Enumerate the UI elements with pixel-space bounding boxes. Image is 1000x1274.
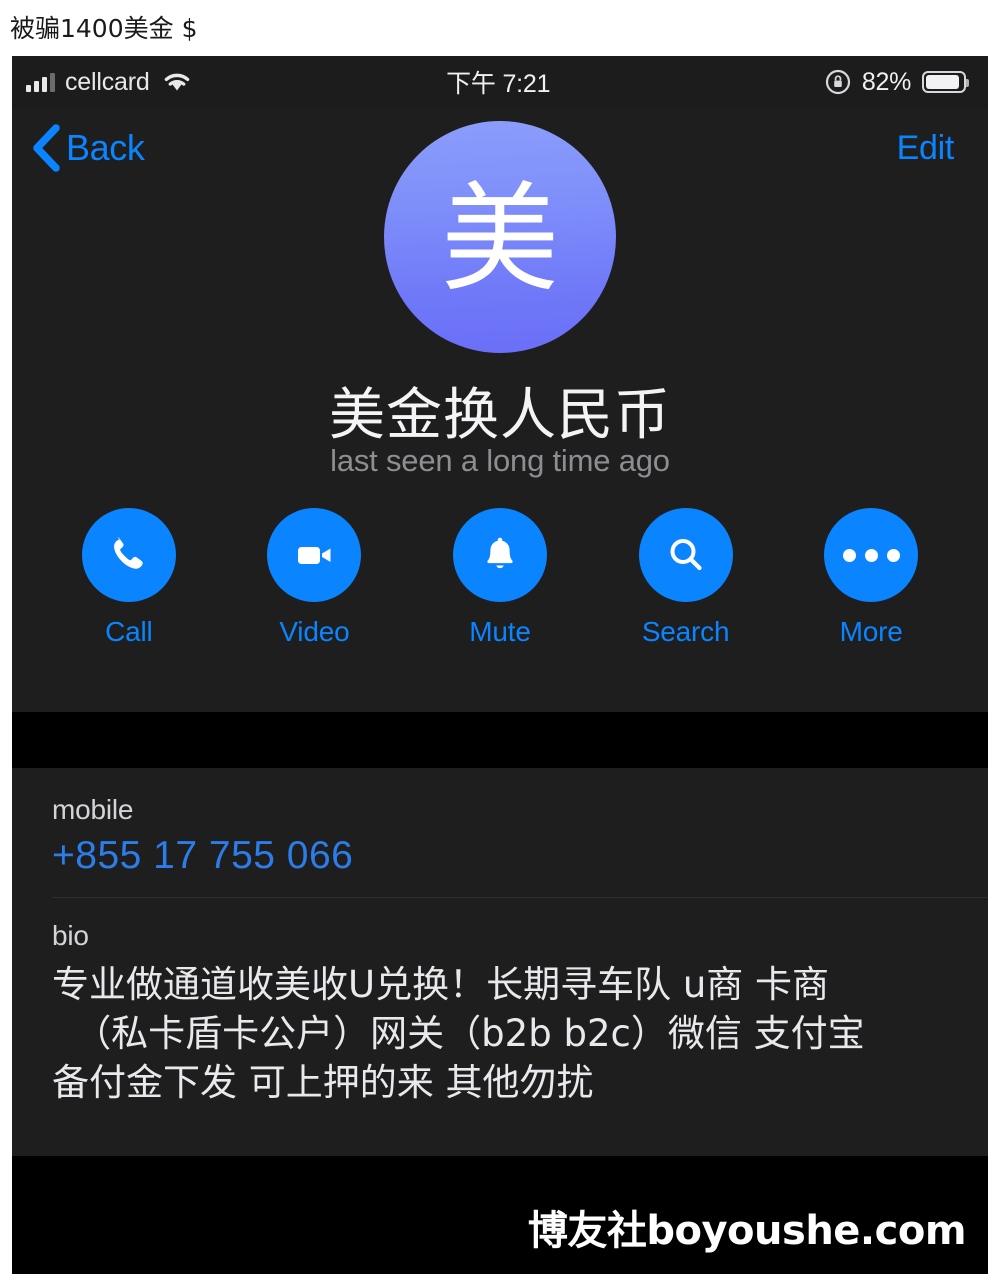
action-video-label: Video	[279, 616, 350, 647]
more-dots-icon	[824, 508, 919, 602]
chevron-left-icon	[28, 122, 62, 174]
action-search-label: Search	[641, 616, 730, 647]
action-mute[interactable]: Mute	[452, 508, 547, 648]
profile-last-seen: last seen a long time ago	[330, 443, 670, 478]
avatar-initial: 美	[440, 170, 559, 308]
section-gap	[12, 712, 988, 768]
cellular-signal-icon	[26, 72, 55, 92]
bell-icon	[452, 508, 547, 602]
profile-header-card: Back Edit 美 美金换人民币 last seen a long time…	[12, 108, 988, 712]
phone-icon	[81, 508, 176, 602]
contact-info-card: mobile +855 17 755 066 bio 专业做通道收美收U兑换！长…	[12, 768, 988, 1156]
search-icon	[638, 508, 733, 602]
video-camera-icon	[267, 508, 362, 602]
caption-text: 被骗1400美金 $	[10, 14, 198, 43]
action-search[interactable]: Search	[638, 508, 733, 648]
screenshot-page: 被骗1400美金 $ cellcard 下午 7:21 82% Back Edi…	[0, 0, 1000, 1274]
mobile-row[interactable]: mobile +855 17 755 066	[12, 768, 988, 898]
battery-percent: 82%	[861, 67, 911, 96]
action-call-label: Call	[105, 616, 153, 647]
bio-line-3: 备付金下发 可上押的来 其他勿扰	[52, 1061, 594, 1105]
bio-line-1: 专业做通道收美收U兑换！长期寻车队 u商 卡商	[52, 963, 830, 1006]
action-more-label: More	[839, 616, 903, 647]
back-button[interactable]: Back	[28, 122, 145, 174]
action-mute-label: Mute	[469, 616, 531, 647]
status-bar-left: cellcard	[26, 68, 192, 97]
action-buttons-row: Call Video Mute Search More	[12, 508, 988, 648]
status-bar: cellcard 下午 7:21 82%	[12, 56, 988, 108]
caption-bar: 被骗1400美金 $	[0, 0, 1000, 54]
phone-screenshot: cellcard 下午 7:21 82% Back Edit 美 美金换人民币 …	[12, 56, 988, 1274]
navigation-bar: Back Edit	[12, 108, 988, 188]
mobile-label: mobile	[52, 794, 134, 825]
action-video[interactable]: Video	[267, 508, 362, 648]
edit-button[interactable]: Edit	[897, 129, 955, 168]
status-bar-time: 下午 7:21	[446, 70, 551, 98]
mobile-value[interactable]: +855 17 755 066	[52, 834, 948, 878]
action-more[interactable]: More	[824, 508, 919, 648]
rotation-lock-icon	[825, 69, 851, 95]
watermark: 博友社boyoushe.com	[527, 1208, 967, 1254]
profile-name: 美金换人民币	[329, 383, 671, 448]
bio-row[interactable]: bio 专业做通道收美收U兑换！长期寻车队 u商 卡商 （私卡盾卡公户）网关（b…	[12, 898, 988, 1128]
carrier-name: cellcard	[65, 67, 150, 96]
bio-label: bio	[52, 920, 89, 951]
back-label: Back	[66, 127, 145, 168]
action-call[interactable]: Call	[81, 508, 176, 648]
battery-icon	[922, 71, 969, 93]
bio-line-2: （私卡盾卡公户）网关（b2b b2c）微信 支付宝	[74, 1012, 865, 1056]
status-bar-right: 82%	[825, 67, 969, 97]
